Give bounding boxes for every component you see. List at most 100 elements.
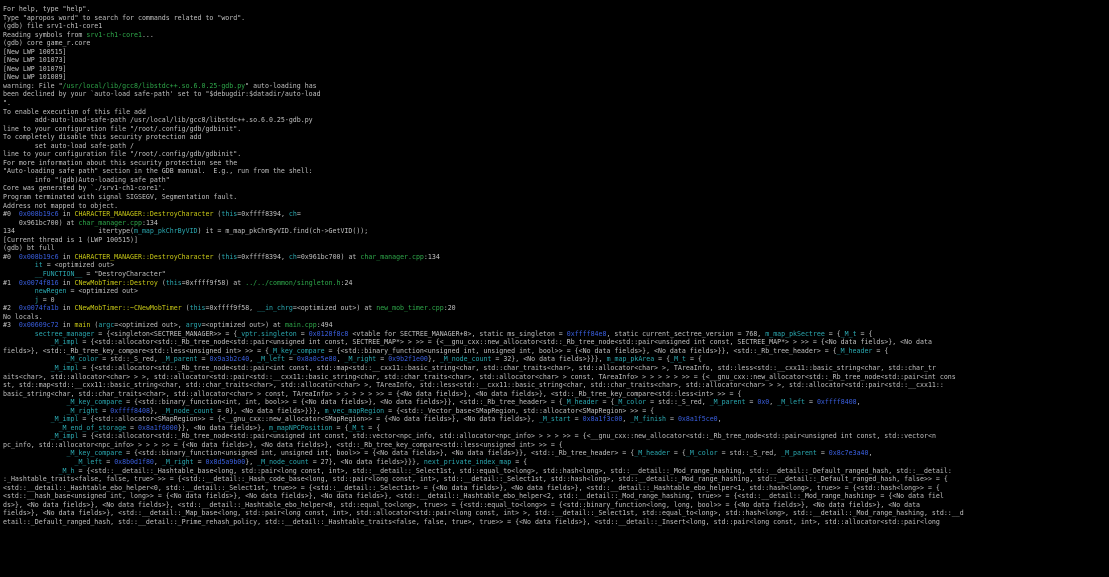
terminal-text-segment: m_vec_mapRegion: [324, 406, 385, 415]
terminal-text-segment: _M_left: [777, 398, 806, 407]
terminal-line: aits<char>, std::allocator<char> > >, st…: [3, 373, 1107, 382]
terminal-text-segment: in: [58, 210, 75, 219]
terminal-text-segment: in: [58, 252, 75, 261]
terminal-text-segment: =<optimized out>,: [114, 321, 186, 330]
terminal-line: 134 itertype(m_map_pkChrByVID) it = m_ma…: [3, 227, 1107, 236]
terminal-text-segment: ...: [141, 30, 154, 39]
terminal-line: _M_right = 0xffff8408}, _M_node_count = …: [3, 407, 1107, 416]
terminal-text-segment: _M_impl: [50, 363, 79, 372]
terminal-line: newRegen = <optimized out>: [3, 287, 1107, 296]
terminal-line: been declined by your `auto-load safe-pa…: [3, 90, 1107, 99]
terminal-line: warning: File "/usr/local/lib/gcc8/libst…: [3, 82, 1107, 91]
terminal-line: fields>}, <std::_Rb_tree_key_compare<std…: [3, 347, 1107, 356]
terminal-text-segment: ) it = m_map_pkChrByVID.find(ch->GetVID(…: [197, 227, 369, 236]
terminal-text-segment: info "(gdb)Auto-loading safe path": [3, 175, 170, 184]
terminal-text-segment: No locals.: [3, 312, 43, 321]
terminal-text-segment: (: [157, 278, 166, 287]
terminal-text-segment: ,: [717, 415, 722, 424]
terminal-text-segment: _M_color: [614, 398, 647, 407]
terminal-text-segment: = {: [872, 346, 889, 355]
terminal-text-segment: =: [376, 355, 389, 364]
terminal-text-segment: _M_key_compare: [66, 449, 123, 458]
terminal-text-segment: _M_start: [538, 415, 571, 424]
terminal-text-segment: , static current_sectree_version = 768,: [606, 329, 766, 338]
terminal-text-segment: ../../common/singleton.h: [245, 278, 341, 287]
terminal-text-segment: fields>}, <No data fields>}, <std::__det…: [3, 509, 964, 518]
terminal-text-segment: m_mapNPCPosition: [269, 423, 333, 432]
terminal-text-segment: CNewMobTimer::~CNewMobTimer: [74, 304, 182, 313]
terminal-text-segment: =: [666, 415, 678, 424]
terminal-text-segment: ch: [288, 252, 297, 261]
terminal-window[interactable]: For help, type "help". Type "apropos word…: [0, 0, 1109, 577]
terminal-line: it = <optimized out>: [3, 261, 1107, 270]
terminal-text-segment: _M_finish: [630, 415, 667, 424]
terminal-text-segment: argv: [185, 321, 202, 330]
terminal-text-segment: = <optimized out>: [42, 261, 115, 270]
terminal-text-segment: =0xffff8394,: [237, 210, 289, 219]
terminal-line: _M_color = std::_S_red, _M_parent = 0x9a…: [3, 355, 1107, 364]
terminal-text-segment: ".: [3, 99, 11, 108]
terminal-text-segment: ds>}, <No data fields>}, <No data fields…: [3, 500, 921, 509]
terminal-line: __FUNCTION__ = "DestroyCharacter": [3, 270, 1107, 279]
terminal-text-segment: it: [34, 261, 43, 270]
terminal-text-segment: = "DestroyCharacter": [82, 269, 166, 278]
terminal-text-segment: new_mob_timer.cpp: [376, 304, 444, 313]
terminal-line: :_Hashtable_traits<false, false, true> >…: [3, 475, 1107, 484]
terminal-text-segment: been declined by your `auto-load safe-pa…: [3, 90, 321, 99]
terminal-text-segment: this: [221, 252, 238, 261]
terminal-text-segment: :134: [141, 218, 158, 227]
terminal-text-segment: 0xffff8408: [816, 398, 857, 407]
terminal-text-segment: warning: File ": [3, 81, 63, 90]
terminal-text-segment: ,: [856, 398, 861, 407]
terminal-text-segment: 0x00609c72: [18, 321, 59, 330]
terminal-text-segment: [New LWP 101079]: [3, 64, 67, 73]
terminal-text-segment: [New LWP 101089]: [3, 73, 67, 82]
terminal-text-segment: set auto-load safe-path /: [3, 141, 135, 150]
terminal-text-segment: Reading symbols from: [3, 30, 87, 39]
terminal-text-segment: = {<std::binary_function<int, int, bool>…: [122, 398, 563, 407]
terminal-line: For help, type "help".: [3, 5, 1107, 14]
terminal-text-segment: Type "apropos word" to search for comman…: [3, 13, 246, 22]
terminal-line: Core was generated by `./srv1-ch1-core1'…: [3, 184, 1107, 193]
terminal-line: pc_info, std::allocator<npc_info> > > > …: [3, 441, 1107, 450]
terminal-text-segment: = {<std::allocator<std::_Rb_tree_node<st…: [78, 432, 936, 441]
terminal-line: Type "apropos word" to search for comman…: [3, 14, 1107, 23]
terminal-text-segment: = {<singleton<SECTREE_MANAGER>> = {: [94, 329, 238, 338]
terminal-line: line to your configuration file "/root/.…: [3, 150, 1107, 159]
terminal-text-segment: (: [181, 304, 190, 313]
terminal-text-segment: = {<std::allocator<std::_Rb_tree_node<st…: [78, 338, 932, 347]
terminal-text-segment: _M_impl: [50, 415, 79, 424]
terminal-text-segment: To completely disable this security prot…: [3, 133, 202, 142]
terminal-text-segment: =: [805, 398, 817, 407]
terminal-text-segment: 0x8a0c5e80: [296, 355, 337, 364]
terminal-text-segment: :134: [423, 252, 440, 261]
terminal-text-segment: = {: [824, 329, 841, 338]
terminal-line: ds>}, <No data fields>}, <No data fields…: [3, 501, 1107, 510]
terminal-text-segment: 0x8a1f5ce0: [677, 415, 718, 424]
terminal-text-segment: _M_t: [670, 355, 686, 364]
terminal-line: sectree_manager = {<singleton<SECTREE_MA…: [3, 330, 1107, 339]
terminal-text-segment: = std::_S_red,: [98, 355, 162, 364]
terminal-text-segment: 0x0074fa1b: [18, 304, 59, 313]
terminal-text-segment: _M_key_compare: [268, 346, 325, 355]
terminal-text-segment: [Current thread is 1 (LWP 100515)]: [3, 235, 138, 244]
terminal-text-segment: 0x8d5a9b00: [205, 457, 246, 466]
terminal-text-segment: _vptr.singleton: [237, 329, 297, 338]
terminal-text-segment: ,: [336, 355, 345, 364]
terminal-text-segment: =: [197, 355, 210, 364]
terminal-text-segment: ch: [288, 210, 297, 219]
terminal-text-segment: CNewMobTimer::Destroy: [74, 278, 158, 287]
terminal-text-segment: = {: [598, 398, 615, 407]
terminal-text-segment: ,: [249, 355, 258, 364]
terminal-text-segment: Core was generated by `./srv1-ch1-core1'…: [3, 184, 166, 193]
terminal-text-segment: _M_left: [74, 457, 103, 466]
terminal-text-segment: _M_parent: [709, 398, 746, 407]
terminal-text-segment: etail::_Default_ranged_hash, std::__deta…: [3, 517, 940, 526]
terminal-text-segment: m_map_pkChrByVID: [134, 227, 198, 236]
terminal-text-segment: = 0: [38, 295, 55, 304]
